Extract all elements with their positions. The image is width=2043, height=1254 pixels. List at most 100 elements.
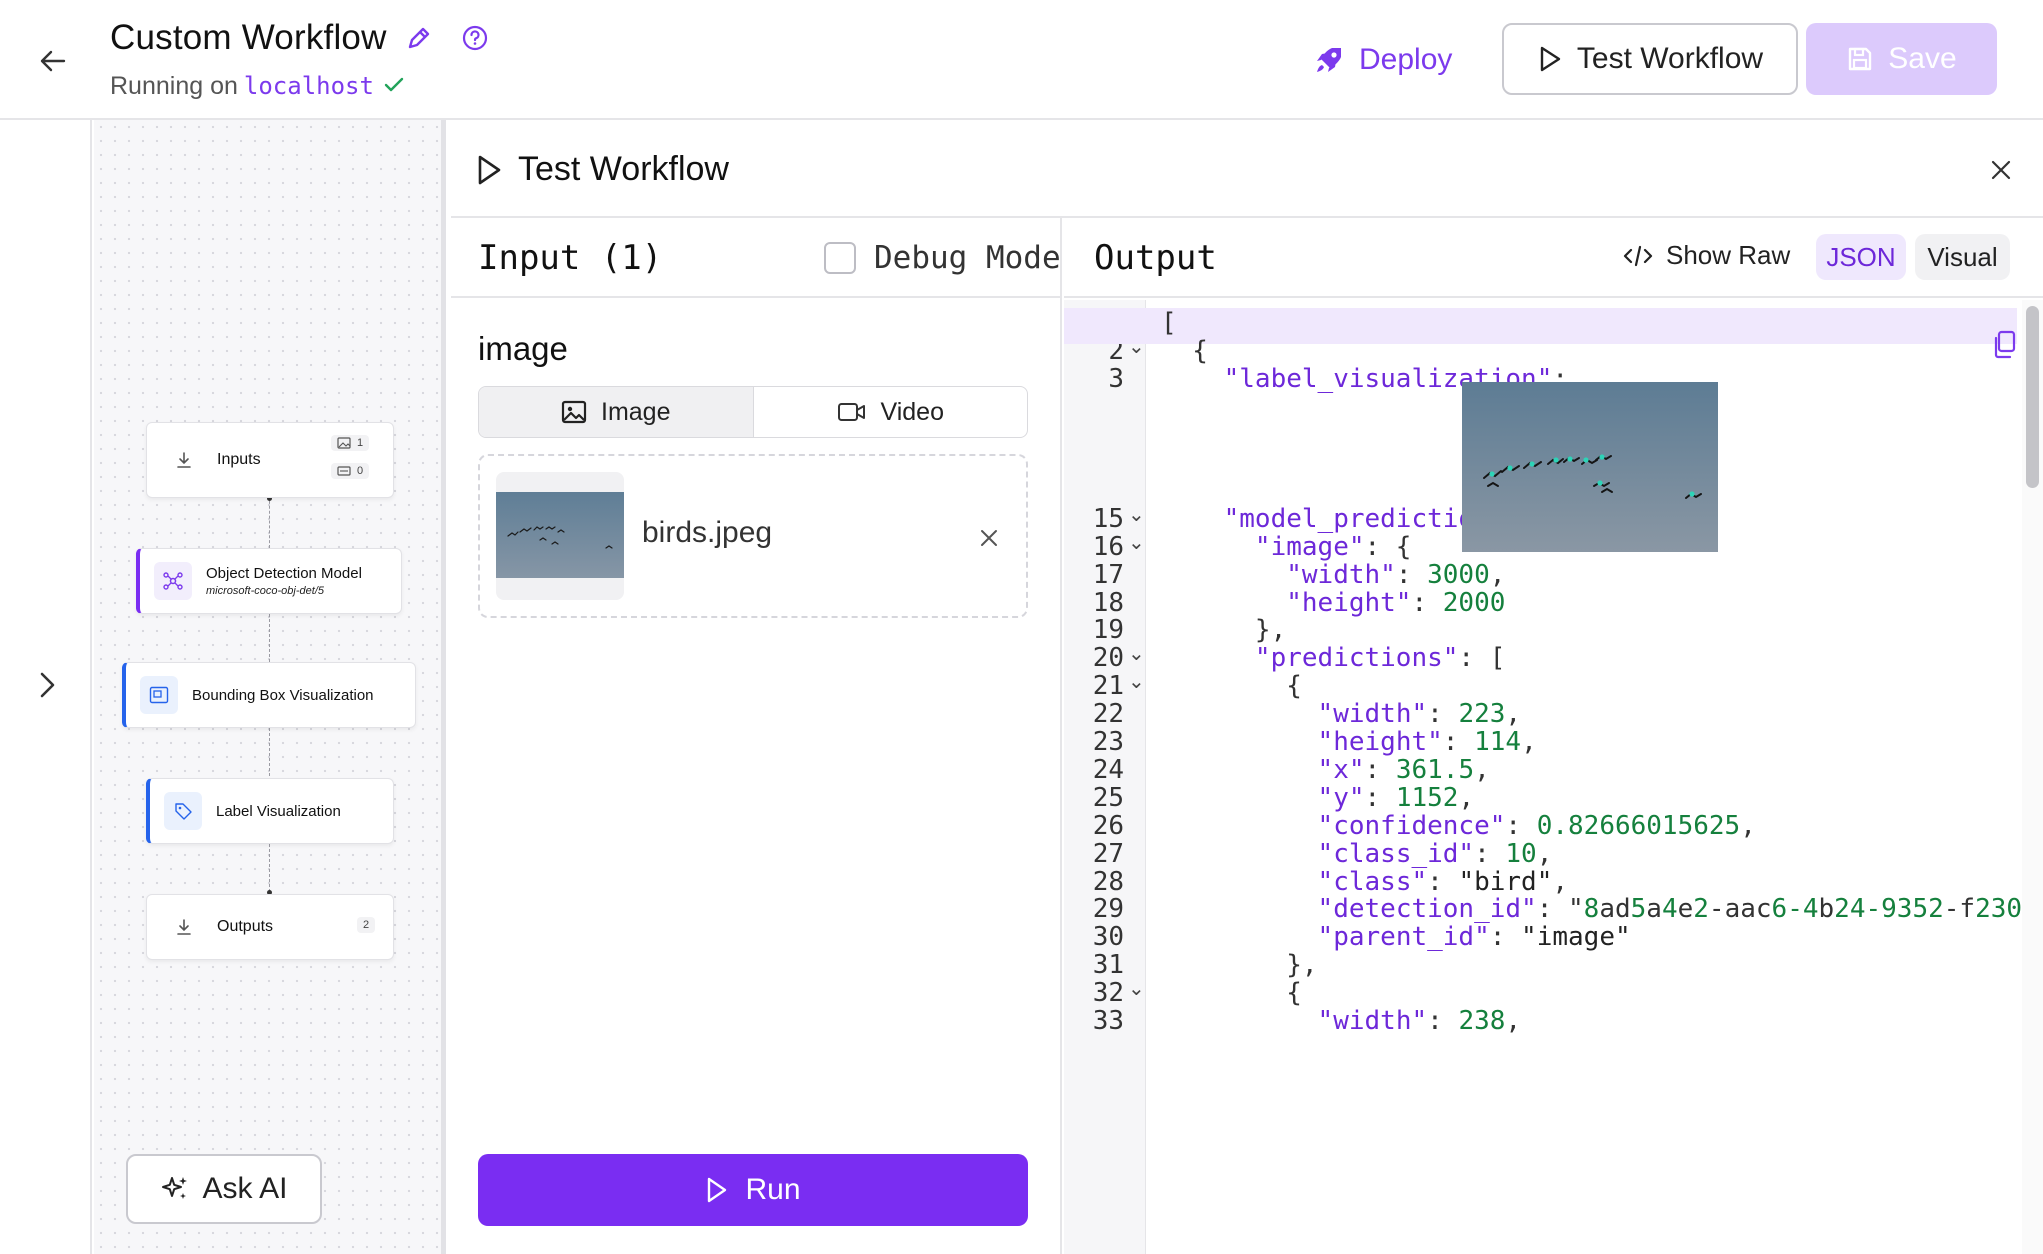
image-tab-label: Image xyxy=(601,397,671,426)
node-object-detection[interactable]: Object Detection Model microsoft-coco-ob… xyxy=(136,548,402,614)
code-line: }, xyxy=(1161,615,1287,646)
rocket-icon xyxy=(1313,44,1345,76)
line-number: 20 xyxy=(1092,643,1124,674)
sparkle-icon xyxy=(160,1174,190,1204)
fold-chevron-icon[interactable]: ⌄ xyxy=(1128,976,1145,1001)
test-workflow-panel: Test Workflow Input (1) Debug Mode image… xyxy=(451,120,2043,1254)
show-raw-button[interactable]: Show Raw xyxy=(1622,240,1790,271)
line-number: 16 xyxy=(1092,531,1124,562)
run-button[interactable]: Run xyxy=(478,1154,1028,1226)
param-count-badge: 0 xyxy=(331,463,370,479)
video-tab[interactable]: Video xyxy=(754,387,1028,437)
file-name: birds.jpeg xyxy=(642,516,773,549)
run-label: Run xyxy=(745,1173,801,1206)
panel-title: Test Workflow xyxy=(518,150,729,188)
show-raw-label: Show Raw xyxy=(1666,240,1791,270)
node-label: Label Visualization xyxy=(216,802,341,820)
test-workflow-label: Test Workflow xyxy=(1576,42,1764,75)
check-icon xyxy=(382,73,406,97)
code-icon xyxy=(1622,244,1654,268)
workflow-canvas[interactable]: Inputs 1 0 Object Detection Model micros… xyxy=(94,120,446,1254)
code-scrollbar[interactable] xyxy=(2022,300,2043,1254)
test-workflow-button[interactable]: Test Workflow xyxy=(1502,23,1798,95)
line-number: 17 xyxy=(1092,559,1124,590)
running-status: Running on localhost xyxy=(110,72,406,101)
save-label: Save xyxy=(1888,42,1957,75)
image-tab[interactable]: Image xyxy=(479,387,754,437)
node-label: Outputs xyxy=(217,918,274,935)
image-count-badge: 1 xyxy=(331,435,370,451)
workflow-title: Custom Workflow xyxy=(110,18,387,57)
edge-connector xyxy=(269,614,270,662)
model-network-icon xyxy=(154,562,192,600)
host-name: localhost xyxy=(243,72,374,100)
line-number: 22 xyxy=(1092,699,1124,730)
help-circle-icon[interactable] xyxy=(461,24,489,52)
image-count: 1 xyxy=(357,437,364,449)
code-line: "predictions": [ xyxy=(1254,643,1506,674)
play-icon xyxy=(705,1176,729,1204)
input-header: Input (1) Debug Mode xyxy=(451,218,1062,298)
save-button[interactable]: Save xyxy=(1806,23,1997,95)
collapsed-sidebar xyxy=(0,120,92,1254)
line-number: 24 xyxy=(1092,754,1124,785)
scrollbar-thumb[interactable] xyxy=(2026,306,2039,488)
ask-ai-button[interactable]: Ask AI xyxy=(126,1154,322,1224)
code-line: "x": 361.5, xyxy=(1317,754,1490,785)
code-line: { xyxy=(1161,335,1208,366)
json-code-viewer[interactable]: 1⌄2⌄315⌄16⌄17181920⌄21⌄22232425262728293… xyxy=(1064,300,2043,1254)
debug-mode-label: Debug Mode xyxy=(874,240,1061,276)
input-title: Input (1) xyxy=(478,238,663,278)
fold-chevron-icon[interactable]: ⌄ xyxy=(1128,530,1145,555)
chevron-right-icon[interactable] xyxy=(34,668,60,702)
back-arrow-icon[interactable] xyxy=(36,44,70,78)
line-number-gutter: 1⌄2⌄315⌄16⌄17181920⌄21⌄22232425262728293… xyxy=(1064,300,1146,1254)
deploy-button[interactable]: Deploy xyxy=(1313,34,1452,86)
debug-mode-checkbox[interactable] xyxy=(824,242,856,274)
media-type-toggle: Image Video xyxy=(478,386,1028,438)
remove-file-icon[interactable] xyxy=(977,526,1001,550)
video-tab-label: Video xyxy=(880,397,945,426)
download-icon xyxy=(165,908,203,946)
panel-header: Test Workflow xyxy=(451,120,2043,218)
line-number: 19 xyxy=(1092,615,1124,646)
node-sublabel: microsoft-coco-obj-det/5 xyxy=(206,585,324,597)
node-bounding-box-visualization[interactable]: Bounding Box Visualization xyxy=(122,662,416,728)
line-number: 30 xyxy=(1092,922,1124,953)
output-header: Output Show Raw JSON Visual xyxy=(1064,218,2043,298)
fold-chevron-icon[interactable]: ⌄ xyxy=(1128,641,1145,666)
visual-tab[interactable]: Visual xyxy=(1915,234,2010,280)
label-visualization-image xyxy=(1462,382,1718,552)
image-icon xyxy=(561,400,587,424)
json-tab[interactable]: JSON xyxy=(1816,234,1906,280)
fold-chevron-icon[interactable]: ⌄ xyxy=(1128,502,1145,527)
line-number: 29 xyxy=(1092,894,1124,925)
line-number: 15 xyxy=(1092,503,1124,534)
output-count: 2 xyxy=(363,919,370,931)
file-dropzone[interactable]: birds.jpeg xyxy=(478,454,1028,618)
node-label-visualization[interactable]: Label Visualization xyxy=(146,778,394,844)
node-label: Object Detection Model xyxy=(206,565,362,582)
line-number: 31 xyxy=(1092,950,1124,981)
edit-pencil-icon[interactable] xyxy=(405,24,433,52)
line-number: 3 xyxy=(1108,363,1124,394)
line-number: 27 xyxy=(1092,838,1124,869)
line-number: 21 xyxy=(1092,671,1124,702)
birds-thumbnail-image xyxy=(496,492,624,578)
code-line: "height": 2000 xyxy=(1286,587,1506,618)
file-thumbnail xyxy=(496,472,624,600)
node-outputs[interactable]: Outputs 2 xyxy=(146,894,394,960)
line-number: 32 xyxy=(1092,978,1124,1009)
copy-icon[interactable] xyxy=(1991,330,2017,360)
line-number: 28 xyxy=(1092,866,1124,897)
download-icon xyxy=(165,441,203,479)
code-line: "width": 238, xyxy=(1317,1006,1522,1036)
close-icon[interactable] xyxy=(1989,158,2013,182)
code-line: "height": 114, xyxy=(1317,727,1537,757)
code-line: "width": 3000, xyxy=(1286,559,1506,590)
node-label: Bounding Box Visualization xyxy=(192,686,374,704)
code-line: "confidence": 0.82666015625, xyxy=(1317,810,1756,841)
fold-chevron-icon[interactable]: ⌄ xyxy=(1128,669,1145,694)
save-icon xyxy=(1846,45,1874,73)
node-inputs[interactable]: Inputs 1 0 xyxy=(146,422,394,498)
